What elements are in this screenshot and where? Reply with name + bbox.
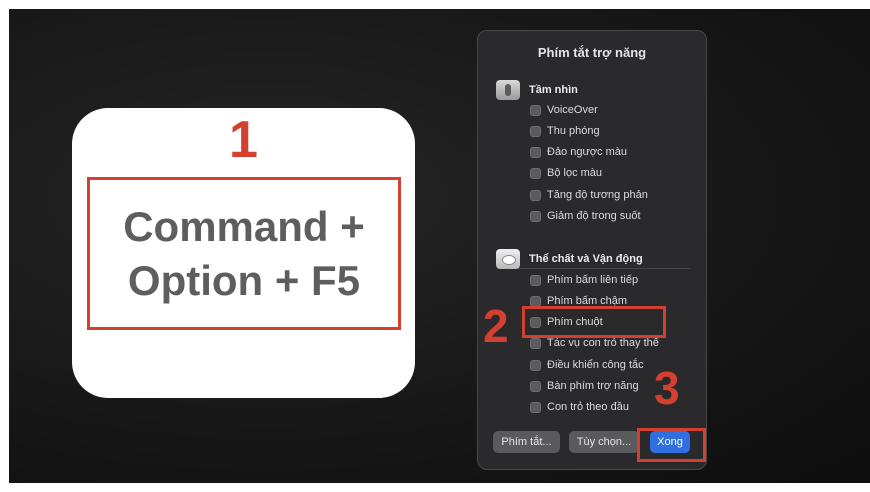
option-accessibility-keyboard[interactable]: Bàn phím trợ năng	[530, 378, 639, 394]
checkbox[interactable]	[530, 295, 541, 307]
option-sticky-keys[interactable]: Phím bấm liên tiếp	[530, 272, 638, 288]
option-label: Phím bấm liên tiếp	[547, 274, 639, 286]
option-label: Thu phóng	[547, 125, 600, 137]
option-label: Bộ lọc màu	[547, 167, 603, 179]
checkbox[interactable]	[530, 189, 541, 201]
option-label: Con trỏ theo đầu	[547, 401, 629, 413]
checkbox[interactable]	[530, 359, 541, 371]
physical-section-header: Thể chất và Vận động	[529, 253, 643, 265]
step-1-label: 1	[229, 111, 258, 169]
option-head-pointer[interactable]: Con trỏ theo đầu	[530, 399, 629, 415]
option-voiceover[interactable]: VoiceOver	[530, 102, 598, 118]
dialog-title: Phím tắt trợ năng	[537, 45, 647, 60]
vision-icon	[496, 80, 520, 100]
option-label: VoiceOver	[547, 104, 598, 116]
step-2-label: 2	[483, 300, 509, 352]
shortcut-text: Command + Option + F5	[87, 200, 401, 308]
done-highlight-box	[637, 428, 706, 462]
checkbox[interactable]	[530, 380, 541, 392]
checkbox[interactable]	[530, 146, 541, 158]
checkbox[interactable]	[530, 210, 541, 222]
option-invert-colors[interactable]: Đảo ngược màu	[530, 144, 627, 160]
vision-section-header: Tầm nhìn	[529, 84, 578, 96]
section-divider	[498, 268, 690, 269]
shortcuts-button[interactable]: Phím tắt...	[493, 431, 560, 453]
option-label: Giảm độ trong suốt	[547, 210, 641, 222]
shortcut-line-2: Option + F5	[127, 257, 361, 304]
physical-motor-icon	[496, 249, 520, 269]
checkbox[interactable]	[530, 125, 541, 137]
option-label: Đảo ngược màu	[547, 146, 628, 158]
option-increase-contrast[interactable]: Tăng độ tương phản	[530, 187, 648, 203]
option-label: Bàn phím trợ năng	[547, 380, 639, 392]
option-zoom[interactable]: Thu phóng	[530, 123, 600, 139]
mouse-keys-highlight-box	[522, 306, 666, 338]
option-reduce-transparency[interactable]: Giảm độ trong suốt	[530, 208, 641, 224]
checkbox[interactable]	[530, 401, 541, 413]
checkbox[interactable]	[530, 337, 541, 349]
option-switch-control[interactable]: Điều khiển công tắc	[530, 357, 644, 373]
shortcut-line-1: Command +	[123, 203, 365, 250]
checkbox[interactable]	[530, 274, 541, 286]
option-label: Điều khiển công tắc	[547, 359, 644, 371]
options-button[interactable]: Tùy chọn...	[569, 431, 639, 453]
checkbox[interactable]	[530, 167, 541, 179]
option-color-filters[interactable]: Bộ lọc màu	[530, 165, 602, 181]
step-3-label: 3	[654, 362, 680, 414]
checkbox[interactable]	[530, 104, 541, 116]
option-label: Tác vụ con trỏ thay thế	[547, 337, 659, 349]
option-label: Tăng độ tương phản	[547, 189, 648, 201]
